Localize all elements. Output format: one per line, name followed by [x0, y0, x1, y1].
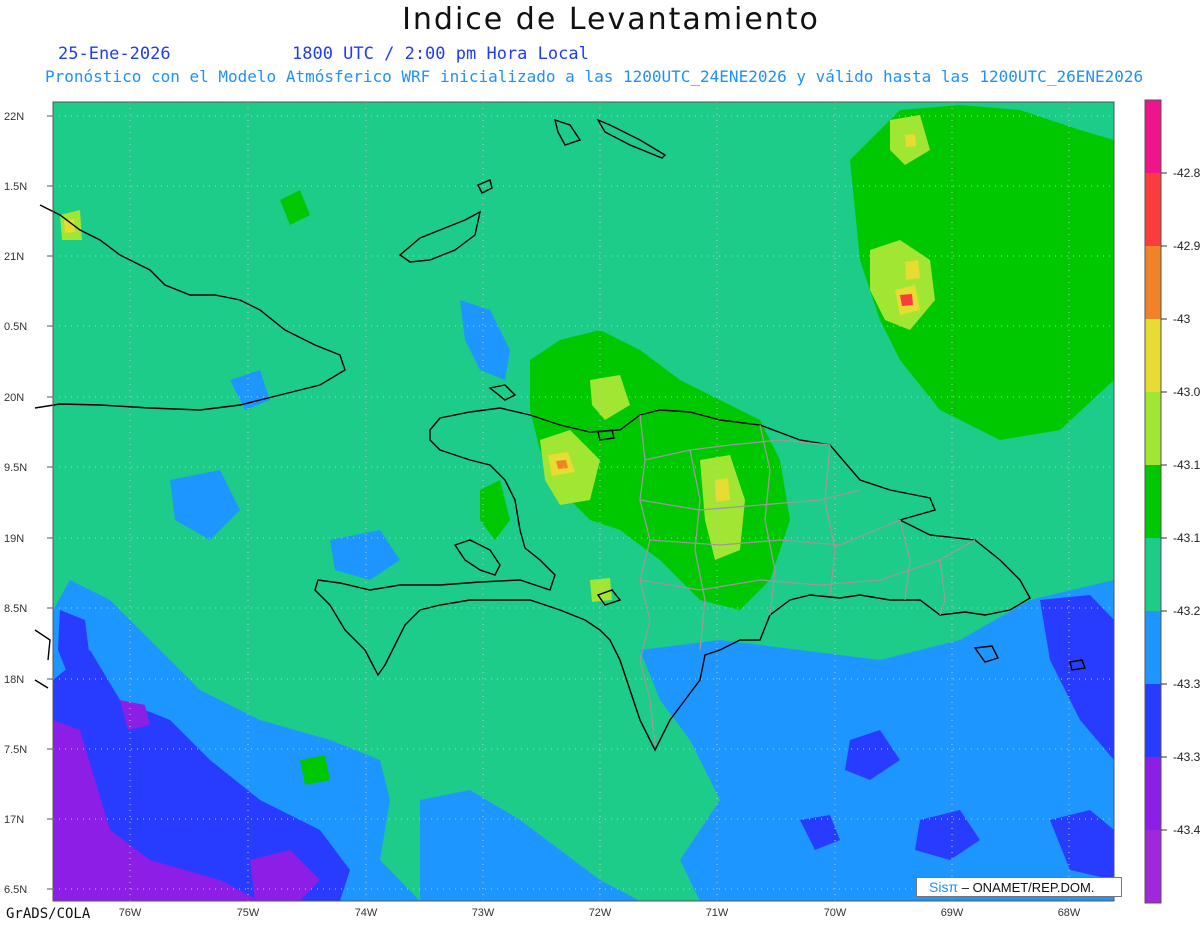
lon-label: 76W [119, 907, 142, 919]
lon-label: 71W [706, 907, 729, 919]
lat-label: 7.5N [4, 744, 27, 756]
colorbar: -42.8 -42.9 -43 -43.0 -43.1 -43.1 -43.2 -43.3 -4… [1144, 99, 1200, 904]
lat-axis: 22N 1.5N 21N 0.5N 20N 9.5N 19N 8.5N 18N … [4, 111, 27, 896]
lat-label: 19N [4, 533, 24, 545]
lat-label: 18N [4, 674, 24, 686]
lat-label: 6.5N [4, 884, 27, 896]
colorbar-swatch [1145, 538, 1161, 612]
lifted-index-map: 22N 1.5N 21N 0.5N 20N 9.5N 19N 8.5N 18N … [4, 99, 1200, 919]
lat-ticks [47, 115, 53, 890]
colorbar-swatch [1145, 173, 1161, 247]
lat-label: 21N [4, 251, 24, 263]
lon-label: 68W [1058, 907, 1081, 919]
lon-label: 70W [824, 907, 847, 919]
lon-axis: 76W 75W 74W 73W 72W 71W 70W 69W 68W [119, 907, 1081, 919]
colorbar-label: -42.8 [1173, 166, 1200, 180]
colorbar-label: -43 [1173, 312, 1191, 326]
colorbar-label: -42.9 [1173, 239, 1200, 253]
colorbar-swatch [1145, 611, 1161, 685]
credit-box: Sisπ – ONAMET/REP.DOM. [916, 877, 1122, 897]
field-shading [53, 102, 1114, 901]
colorbar-swatch [1145, 684, 1161, 758]
credit-org: – ONAMET/REP.DOM. [958, 880, 1095, 895]
colorbar-swatch [1145, 830, 1161, 904]
colorbar-swatch [1145, 246, 1161, 320]
lat-label: 1.5N [4, 181, 27, 193]
colorbar-label: -43.2 [1173, 604, 1200, 618]
sispi-logo: Sisπ [929, 879, 959, 895]
lon-label: 75W [237, 907, 260, 919]
colorbar-swatch [1145, 100, 1161, 174]
lon-label: 72W [589, 907, 612, 919]
colorbar-swatch [1145, 465, 1161, 539]
colorbar-label: -43.1 [1173, 531, 1200, 545]
lon-label: 74W [355, 907, 378, 919]
colorbar-swatch [1145, 757, 1161, 831]
lon-label: 73W [472, 907, 495, 919]
lat-label: 8.5N [4, 603, 27, 615]
colorbar-label: -43.1 [1173, 458, 1200, 472]
colorbar-label: -43.0 [1173, 385, 1200, 399]
colorbar-label: -43.3 [1173, 677, 1200, 691]
colorbar-label: -43.4 [1173, 823, 1200, 837]
colorbar-swatch [1145, 319, 1161, 393]
lat-label: 9.5N [4, 462, 27, 474]
lat-label: 17N [4, 814, 24, 826]
colorbar-label: -43.3 [1173, 750, 1200, 764]
grads-credit: GrADS/COLA [6, 906, 91, 922]
lat-label: 22N [4, 111, 24, 123]
lat-label: 0.5N [4, 321, 27, 333]
lat-label: 20N [4, 392, 24, 404]
lon-label: 69W [941, 907, 964, 919]
colorbar-swatch [1145, 392, 1161, 466]
